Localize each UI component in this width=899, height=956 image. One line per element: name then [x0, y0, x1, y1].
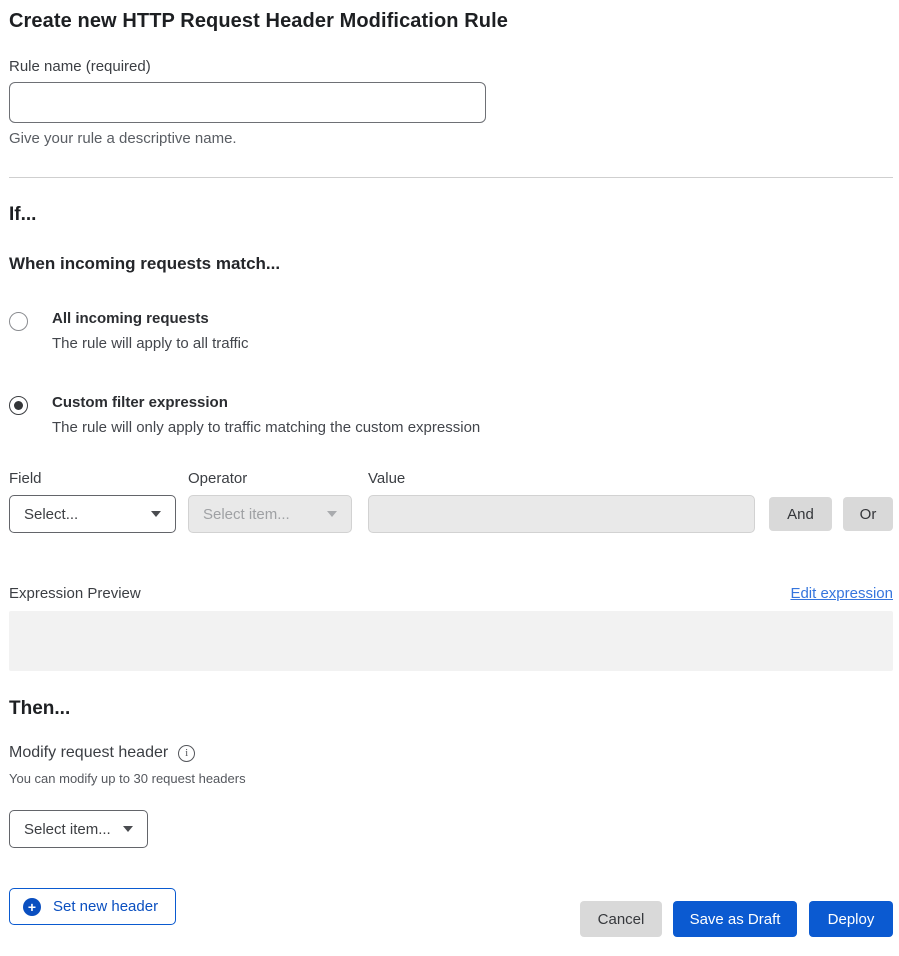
field-column: Field Select...: [9, 470, 188, 533]
value-input[interactable]: [368, 495, 755, 533]
radio-option-all-requests[interactable]: All incoming requests The rule will appl…: [9, 310, 893, 352]
header-item-select[interactable]: Select item...: [9, 810, 148, 848]
rule-name-help: Give your rule a descriptive name.: [9, 130, 893, 147]
chevron-down-icon: [151, 511, 161, 517]
radio-custom-filter[interactable]: [9, 396, 28, 415]
expression-preview-header: Expression Preview Edit expression: [9, 585, 893, 602]
value-column: Value: [368, 470, 755, 533]
page-title: Create new HTTP Request Header Modificat…: [9, 10, 893, 33]
field-select[interactable]: Select...: [9, 495, 176, 533]
field-select-value: Select...: [24, 506, 78, 523]
match-subheading: When incoming requests match...: [9, 254, 893, 274]
rule-name-input[interactable]: [9, 82, 486, 123]
radio-custom-filter-desc: The rule will only apply to traffic matc…: [52, 419, 480, 436]
modify-header-row: Modify request header i: [9, 744, 893, 762]
set-new-header-button[interactable]: + Set new header: [9, 888, 176, 925]
expression-preview-box: [9, 611, 893, 671]
header-item-select-value: Select item...: [24, 821, 111, 838]
value-label: Value: [368, 470, 755, 487]
chevron-down-icon: [123, 826, 133, 832]
radio-all-requests-desc: The rule will apply to all traffic: [52, 335, 248, 352]
cancel-button[interactable]: Cancel: [580, 901, 662, 937]
operator-label: Operator: [188, 470, 368, 487]
modify-header-help: You can modify up to 30 request headers: [9, 771, 893, 786]
operator-select-value: Select item...: [203, 506, 290, 523]
edit-expression-link[interactable]: Edit expression: [790, 585, 893, 602]
radio-all-requests-label: All incoming requests: [52, 310, 248, 328]
plus-icon: +: [23, 898, 41, 916]
radio-all-requests-text: All incoming requests The rule will appl…: [52, 310, 248, 352]
create-rule-form: Create new HTTP Request Header Modificat…: [0, 0, 899, 925]
operator-select[interactable]: Select item...: [188, 495, 352, 533]
or-button[interactable]: Or: [843, 497, 893, 531]
set-new-header-label: Set new header: [53, 898, 158, 915]
expression-builder-row: Field Select... Operator Select item... …: [9, 470, 893, 533]
operator-column: Operator Select item...: [188, 470, 368, 533]
deploy-button[interactable]: Deploy: [809, 901, 893, 937]
section-divider: [9, 177, 893, 178]
radio-all-requests[interactable]: [9, 312, 28, 331]
chevron-down-icon: [327, 511, 337, 517]
and-button[interactable]: And: [769, 497, 832, 531]
footer-actions: Cancel Save as Draft Deploy: [580, 901, 893, 937]
info-icon[interactable]: i: [178, 745, 195, 762]
expression-preview-label: Expression Preview: [9, 585, 141, 602]
radio-custom-filter-label: Custom filter expression: [52, 394, 480, 412]
modify-request-header-label: Modify request header: [9, 744, 168, 762]
field-label: Field: [9, 470, 188, 487]
radio-option-custom-filter[interactable]: Custom filter expression The rule will o…: [9, 394, 893, 436]
then-heading: Then...: [9, 698, 893, 720]
radio-custom-filter-text: Custom filter expression The rule will o…: [52, 394, 480, 436]
save-as-draft-button[interactable]: Save as Draft: [673, 901, 797, 937]
if-heading: If...: [9, 204, 893, 226]
rule-name-label: Rule name (required): [9, 58, 893, 75]
